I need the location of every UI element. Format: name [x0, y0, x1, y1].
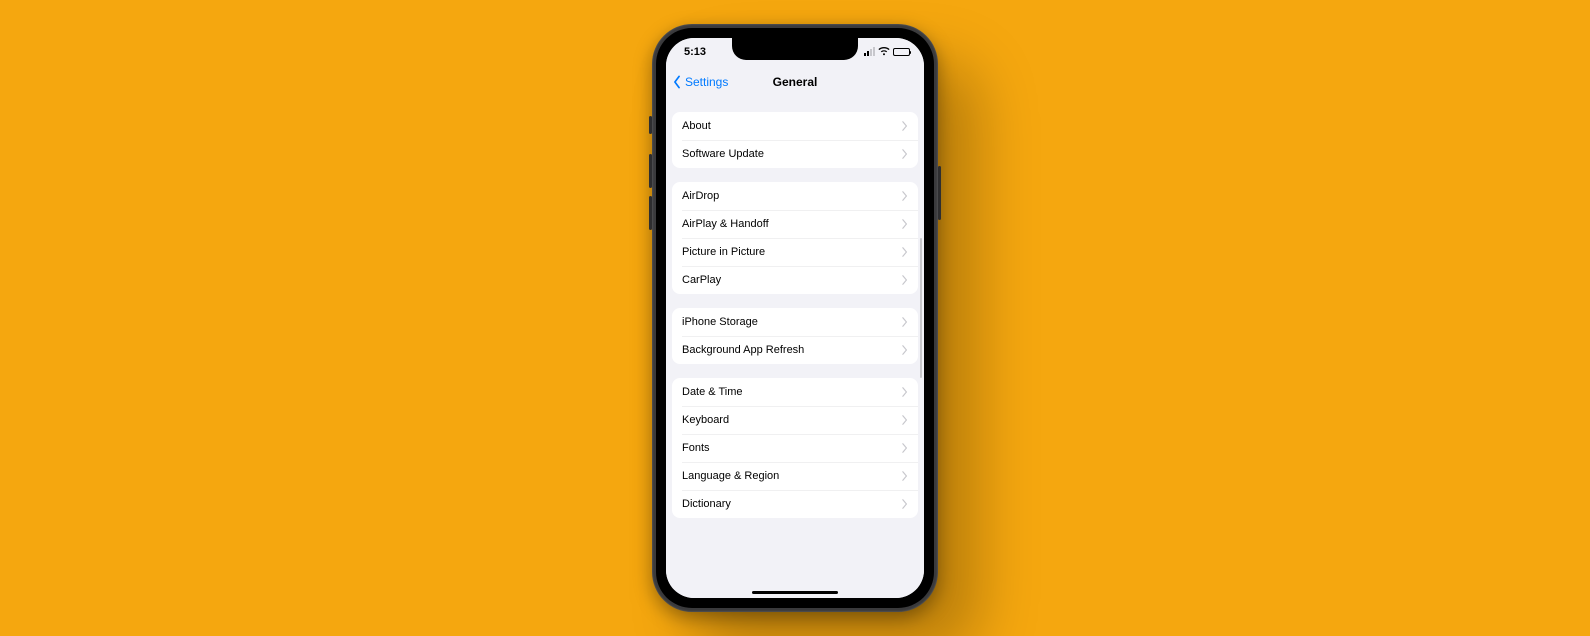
row-dictionary[interactable]: Dictionary: [672, 490, 918, 518]
volume-up-button: [649, 154, 652, 188]
row-label: Dictionary: [682, 498, 731, 510]
status-time: 5:13: [684, 46, 706, 58]
row-picture-in-picture[interactable]: Picture in Picture: [672, 238, 918, 266]
row-label: Date & Time: [682, 386, 743, 398]
volume-down-button: [649, 196, 652, 230]
cellular-signal-icon: [864, 47, 875, 56]
scrollbar[interactable]: [920, 238, 922, 378]
wifi-icon: [878, 47, 890, 56]
settings-list: About Software Update AirDrop AirPlay & Han…: [666, 98, 924, 598]
row-language-region[interactable]: Language & Region: [672, 462, 918, 490]
row-label: Language & Region: [682, 470, 779, 482]
notch: [732, 38, 858, 60]
row-label: AirDrop: [682, 190, 719, 202]
battery-icon: [893, 48, 910, 56]
row-label: About: [682, 120, 711, 132]
row-label: AirPlay & Handoff: [682, 218, 769, 230]
row-background-app-refresh[interactable]: Background App Refresh: [672, 336, 918, 364]
row-label: Background App Refresh: [682, 344, 804, 356]
row-carplay[interactable]: CarPlay: [672, 266, 918, 294]
row-label: Fonts: [682, 442, 710, 454]
row-label: Software Update: [682, 148, 764, 160]
row-keyboard[interactable]: Keyboard: [672, 406, 918, 434]
chevron-right-icon: [902, 275, 908, 285]
row-iphone-storage[interactable]: iPhone Storage: [672, 308, 918, 336]
chevron-right-icon: [902, 149, 908, 159]
chevron-right-icon: [902, 247, 908, 257]
chevron-left-icon: [672, 75, 684, 89]
row-label: Picture in Picture: [682, 246, 765, 258]
chevron-right-icon: [902, 345, 908, 355]
chevron-right-icon: [902, 121, 908, 131]
chevron-right-icon: [902, 317, 908, 327]
home-indicator[interactable]: [752, 591, 838, 594]
row-label: Keyboard: [682, 414, 729, 426]
group-info: About Software Update: [672, 112, 918, 168]
row-software-update[interactable]: Software Update: [672, 140, 918, 168]
chevron-right-icon: [902, 191, 908, 201]
chevron-right-icon: [902, 499, 908, 509]
back-label: Settings: [685, 75, 728, 89]
row-label: CarPlay: [682, 274, 721, 286]
phone-frame: 5:13 Settings G: [652, 24, 938, 612]
group-locale: Date & Time Keyboard Fonts Language & Regio…: [672, 378, 918, 518]
chevron-right-icon: [902, 219, 908, 229]
back-button[interactable]: Settings: [672, 75, 728, 89]
chevron-right-icon: [902, 471, 908, 481]
chevron-right-icon: [902, 415, 908, 425]
row-airplay-handoff[interactable]: AirPlay & Handoff: [672, 210, 918, 238]
nav-bar: Settings General: [666, 66, 924, 98]
mute-switch: [649, 116, 652, 134]
screen: 5:13 Settings G: [666, 38, 924, 598]
row-about[interactable]: About: [672, 112, 918, 140]
row-fonts[interactable]: Fonts: [672, 434, 918, 462]
row-label: iPhone Storage: [682, 316, 758, 328]
group-connect: AirDrop AirPlay & Handoff Picture in Pictu…: [672, 182, 918, 294]
chevron-right-icon: [902, 443, 908, 453]
group-storage: iPhone Storage Background App Refresh: [672, 308, 918, 364]
power-button: [938, 166, 941, 220]
row-airdrop[interactable]: AirDrop: [672, 182, 918, 210]
row-date-time[interactable]: Date & Time: [672, 378, 918, 406]
chevron-right-icon: [902, 387, 908, 397]
